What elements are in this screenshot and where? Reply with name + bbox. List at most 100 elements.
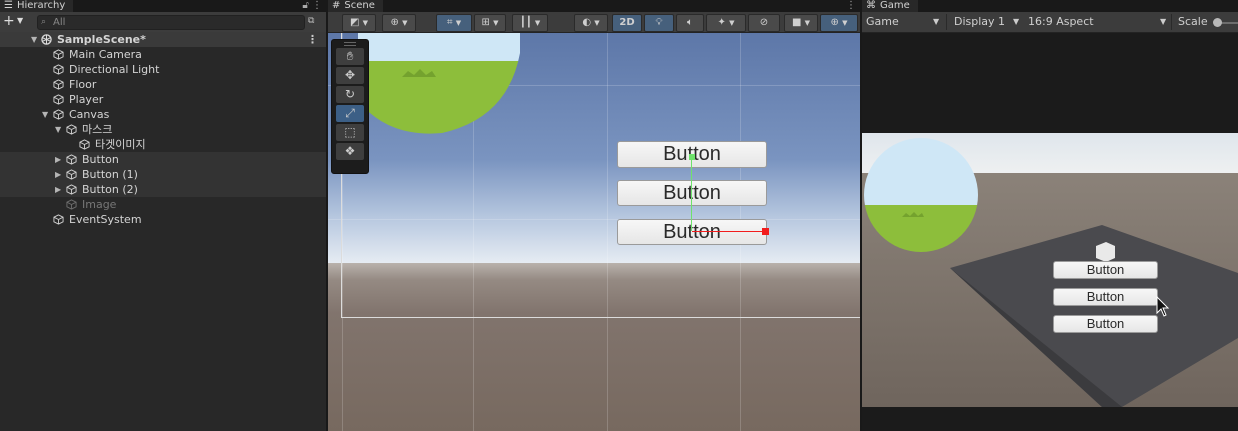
incremental-snap-toggle[interactable]: ⊞ ▼ bbox=[474, 14, 506, 32]
scene-ui-button-1[interactable]: Button bbox=[617, 180, 767, 206]
drag-handle[interactable] bbox=[344, 42, 356, 46]
scene-visibility-toggle[interactable]: ⊘ bbox=[748, 14, 780, 32]
aspect-dropdown[interactable]: 16:9 Aspect bbox=[1028, 15, 1094, 28]
camera-icon: ■ bbox=[791, 17, 802, 28]
snap-settings-dropdown[interactable]: ┃┃ ▼ bbox=[512, 14, 548, 32]
scene-panel: # Scene ⋮ ◩ ▼ ⊕ ▼ ⌗ ▼ ⊞ ▼ ┃┃ ▼ ◐ ▼ 2D 💡︎… bbox=[328, 0, 860, 431]
chevron-down-icon: ▼ bbox=[594, 19, 600, 27]
tree-row-label: Directional Light bbox=[69, 63, 160, 76]
tree-row-button-1[interactable]: ▶ Button (1) bbox=[0, 167, 326, 182]
scale-tool-button[interactable]: ⤢ bbox=[336, 105, 364, 122]
global-view-dropdown[interactable]: ⊕ ▼ bbox=[382, 14, 416, 32]
gamepad-icon: ⌘ bbox=[866, 0, 876, 11]
collapsed-arrow-icon[interactable]: ▶ bbox=[55, 152, 61, 167]
rect-tool-button[interactable]: ⬚ bbox=[336, 124, 364, 141]
scene-ui-button-2[interactable]: Button bbox=[617, 219, 767, 245]
lock-icon[interactable]: 🔓︎ bbox=[302, 0, 308, 11]
chevron-down-icon[interactable]: ▼ bbox=[1160, 17, 1166, 26]
hand-tool-button[interactable]: ✋︎ bbox=[336, 48, 364, 65]
game-ui-button[interactable]: Button bbox=[1053, 261, 1158, 279]
tree-row-button-2[interactable]: ▶ Button (2) bbox=[0, 182, 326, 197]
expand-arrow-icon[interactable]: ▼ bbox=[42, 107, 48, 122]
scale-slider-thumb[interactable] bbox=[1213, 18, 1222, 27]
tree-row-image[interactable]: Image bbox=[0, 197, 326, 212]
collapsed-arrow-icon[interactable]: ▶ bbox=[55, 167, 61, 182]
tree-row-main-camera[interactable]: Main Camera bbox=[0, 47, 326, 62]
sphere-icon: ◐ bbox=[582, 17, 592, 28]
chevron-down-icon[interactable]: ▼ bbox=[17, 16, 23, 25]
game-view-dropdown[interactable]: Game bbox=[866, 15, 899, 28]
tree-row-mask[interactable]: ▼ 마스크 bbox=[0, 122, 326, 137]
gizmo-globe-icon: ⊕ bbox=[830, 17, 839, 28]
transform-tool-button[interactable]: ❖ bbox=[336, 143, 364, 160]
grid-line bbox=[328, 219, 860, 220]
chevron-down-icon[interactable]: ▼ bbox=[933, 17, 939, 26]
audio-toggle[interactable]: 🔈︎ bbox=[676, 14, 704, 32]
2d-mode-toggle[interactable]: 2D bbox=[612, 14, 642, 32]
game-panel: ⌘ Game Game ▼ Display 1 ▼ 16:9 Aspect ▼ … bbox=[862, 0, 1238, 431]
gizmo-x-handle[interactable] bbox=[762, 228, 769, 235]
add-object-button[interactable]: + bbox=[3, 13, 15, 29]
gizmo-x-axis[interactable] bbox=[692, 231, 765, 232]
tree-row-samplescene[interactable]: ▼ SampleScene* ⋮ bbox=[0, 32, 326, 47]
search-icon: ⌕ bbox=[41, 17, 47, 27]
tree-row-canvas[interactable]: ▼ Canvas bbox=[0, 107, 326, 122]
divider bbox=[1171, 14, 1172, 30]
game-tab[interactable]: ⌘ Game bbox=[862, 0, 918, 12]
expand-arrow-icon[interactable]: ▼ bbox=[55, 122, 61, 137]
scene-tab[interactable]: # Scene bbox=[328, 0, 383, 12]
kebab-menu-icon[interactable]: ⋮ bbox=[846, 0, 856, 12]
hierarchy-tab[interactable]: ☰ Hierarchy bbox=[0, 0, 74, 12]
tree-row-label: 마스크 bbox=[82, 123, 113, 136]
search-placeholder: All bbox=[53, 17, 66, 28]
letterbox-top bbox=[862, 33, 1238, 133]
divider bbox=[946, 14, 947, 30]
gameobject-cube-icon bbox=[66, 124, 77, 135]
move-tool-button[interactable]: ✥ bbox=[336, 67, 364, 84]
kebab-menu-icon[interactable]: ⋮ bbox=[307, 32, 318, 47]
audio-icon: 🔈︎ bbox=[687, 17, 693, 28]
tree-row-label: Button (2) bbox=[82, 183, 138, 196]
tree-row-label: Player bbox=[69, 93, 104, 106]
grid-snapping-toggle[interactable]: ⌗ ▼ bbox=[436, 14, 472, 32]
effects-dropdown[interactable]: ✦ ▼ bbox=[706, 14, 746, 32]
tool-palette: ✋︎ ✥ ↻ ⤢ ⬚ ❖ bbox=[331, 39, 369, 174]
tree-row-player[interactable]: Player bbox=[0, 92, 326, 107]
gameobject-cube-icon bbox=[66, 154, 77, 165]
display-dropdown[interactable]: Display 1 bbox=[954, 15, 1005, 28]
shading-dropdown[interactable]: ◐ ▼ bbox=[574, 14, 608, 32]
expand-arrow-icon[interactable]: ▼ bbox=[31, 32, 37, 47]
chevron-down-icon[interactable]: ▼ bbox=[1013, 17, 1019, 26]
collapsed-arrow-icon[interactable]: ▶ bbox=[55, 182, 61, 197]
camera-settings-dropdown[interactable]: ■ ▼ bbox=[784, 14, 818, 32]
scene-viewport[interactable]: ✋︎ ✥ ↻ ⤢ ⬚ ❖ Button Button Button bbox=[328, 33, 860, 431]
game-viewport[interactable]: Button Button Button bbox=[862, 133, 1238, 407]
gameobject-cube-icon bbox=[53, 64, 64, 75]
tree-row-floor[interactable]: Floor bbox=[0, 77, 326, 92]
gizmos-dropdown[interactable]: ⊕ ▼ bbox=[820, 14, 858, 32]
scene-visibility-toggle-icon[interactable]: ⧉ bbox=[308, 15, 320, 27]
tree-row-target-image[interactable]: 타겟이미지 bbox=[0, 137, 326, 152]
lighting-toggle[interactable]: 💡︎ bbox=[644, 14, 674, 32]
gameobject-cube-icon bbox=[53, 109, 64, 120]
tree-row-label: Button bbox=[82, 153, 119, 166]
unity-scene-icon bbox=[41, 34, 52, 45]
game-ui-button-1[interactable]: Button bbox=[1053, 288, 1158, 306]
gizmo-y-axis[interactable] bbox=[691, 158, 692, 231]
game-tab-label: Game bbox=[880, 0, 910, 11]
hierarchy-search-input[interactable]: ⌕ All bbox=[37, 15, 305, 30]
list-icon: ☰ bbox=[4, 0, 13, 11]
tree-row-eventsystem[interactable]: EventSystem bbox=[0, 212, 326, 227]
tree-row-directional-light[interactable]: Directional Light bbox=[0, 62, 326, 77]
tree-row-button[interactable]: ▶ Button bbox=[0, 152, 326, 167]
draw-mode-dropdown[interactable]: ◩ ▼ bbox=[342, 14, 376, 32]
kebab-menu-icon[interactable]: ⋮ bbox=[312, 0, 322, 11]
scene-toolbar: ◩ ▼ ⊕ ▼ ⌗ ▼ ⊞ ▼ ┃┃ ▼ ◐ ▼ 2D 💡︎ 🔈︎ ✦ ▼ ⊘ bbox=[328, 12, 860, 33]
game-ui-button-2[interactable]: Button bbox=[1053, 315, 1158, 333]
gameobject-cube-icon bbox=[53, 49, 64, 60]
gizmo-y-handle[interactable] bbox=[689, 154, 695, 160]
hierarchy-tabbar: ☰ Hierarchy 🔓︎ ⋮ bbox=[0, 0, 326, 12]
masked-target-image bbox=[358, 33, 520, 134]
tree-row-label: SampleScene* bbox=[57, 33, 146, 46]
rotate-tool-button[interactable]: ↻ bbox=[336, 86, 364, 103]
